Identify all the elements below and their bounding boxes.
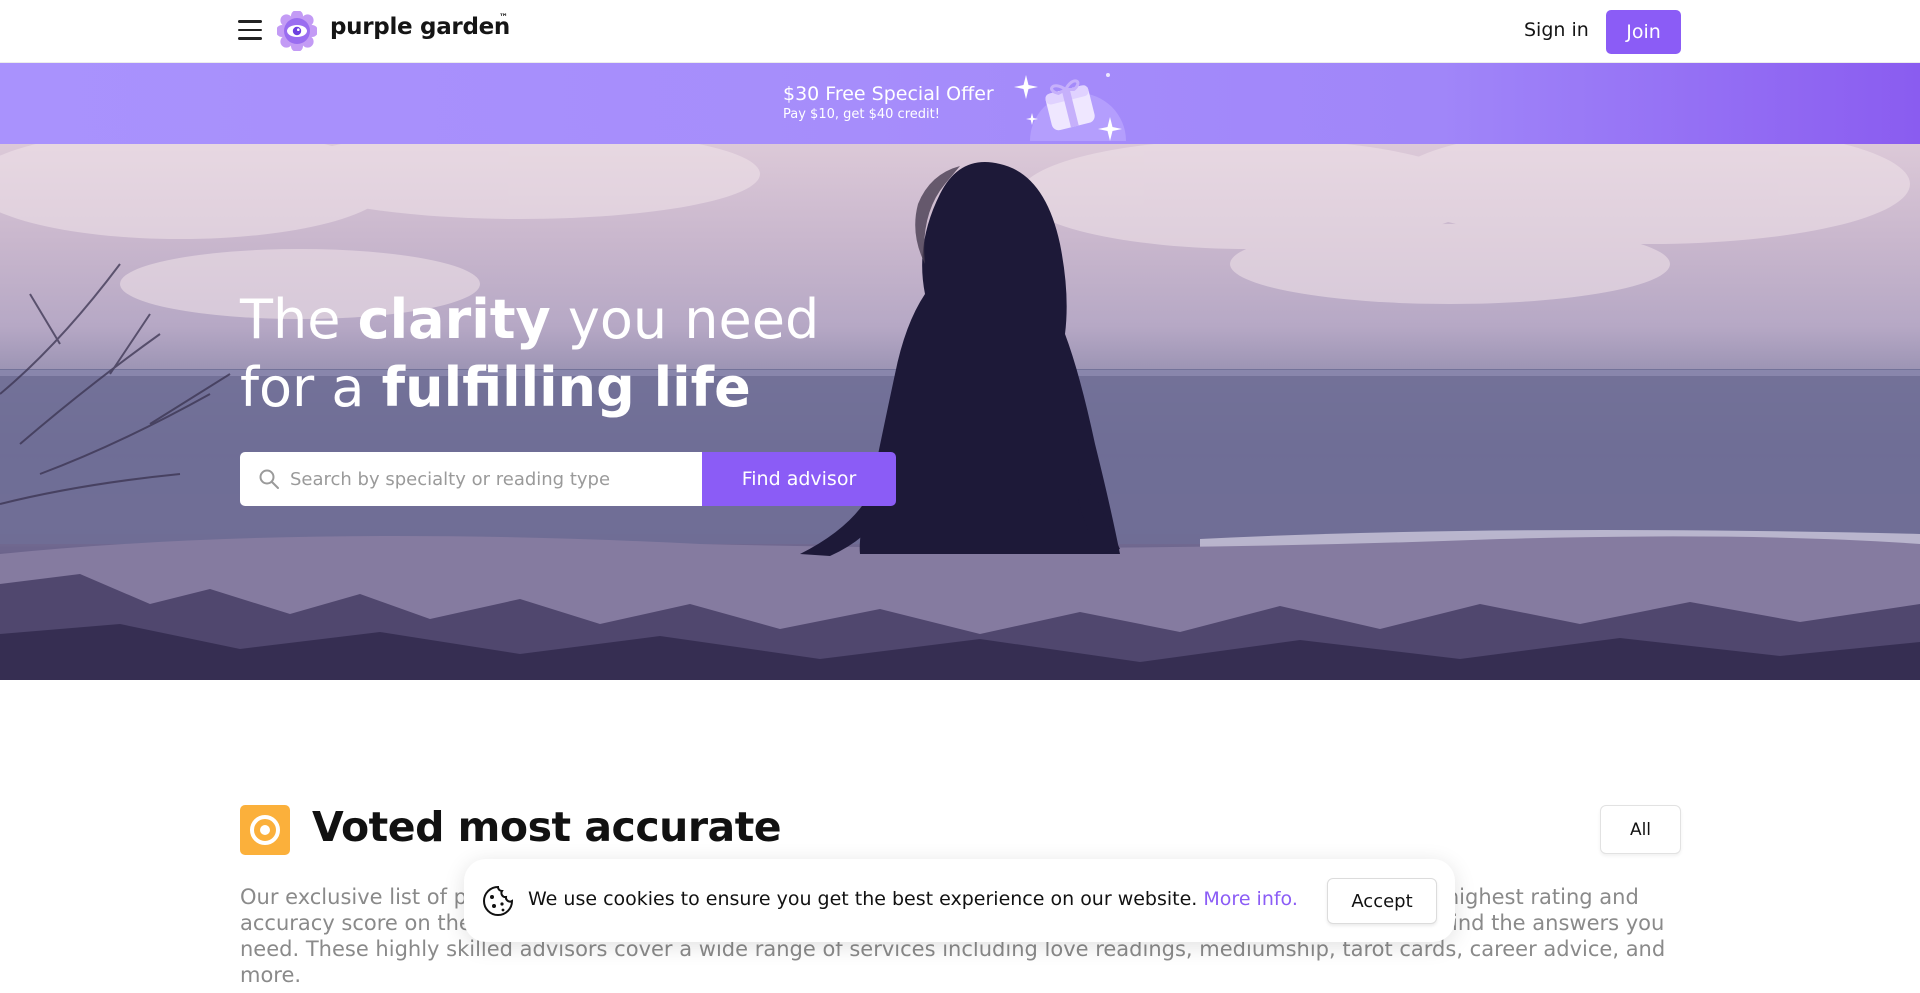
purple-garden-logo-icon[interactable] (277, 11, 317, 51)
more-info-link[interactable]: More info. (1203, 888, 1297, 910)
section-icon (240, 805, 290, 855)
find-advisor-button[interactable]: Find advisor (702, 452, 896, 506)
trademark-symbol: ™ (499, 13, 508, 23)
promo-banner[interactable]: $30 Free Special Offer Pay $10, get $40 … (0, 63, 1920, 144)
section-title: Voted most accurate (312, 803, 782, 851)
target-icon (250, 815, 280, 845)
cookie-icon (483, 885, 514, 916)
cookie-text: We use cookies to ensure you get the bes… (528, 888, 1198, 910)
search-input[interactable] (290, 452, 690, 506)
accept-cookies-button[interactable]: Accept (1327, 878, 1437, 924)
cookie-consent-bar: We use cookies to ensure you get the bes… (464, 859, 1455, 942)
hero-headline: The clarity you need for a fulfilling li… (240, 286, 819, 422)
menu-icon[interactable] (238, 20, 262, 42)
hero-headline-bold: fulfilling life (381, 356, 751, 419)
hero-headline-part: The (240, 288, 358, 351)
promo-subtitle: Pay $10, get $40 credit! (783, 107, 940, 122)
gift-icon (1014, 73, 1126, 141)
search-box (240, 452, 702, 506)
search-icon (259, 469, 279, 489)
hero-banner: The clarity you need for a fulfilling li… (0, 144, 1920, 680)
hero-headline-part: for a (240, 356, 382, 419)
sign-in-link[interactable]: Sign in (1524, 19, 1589, 41)
site-header: purple garden ™ Sign in Join (0, 0, 1920, 63)
cookie-message: We use cookies to ensure you get the bes… (528, 888, 1298, 910)
logo-text[interactable]: purple garden (330, 14, 510, 40)
hero-headline-bold: clarity (357, 288, 551, 351)
promo-title: $30 Free Special Offer (783, 83, 994, 105)
hero-headline-part: you need (550, 288, 820, 351)
join-button[interactable]: Join (1606, 10, 1681, 54)
all-filter-button[interactable]: All (1600, 805, 1681, 854)
